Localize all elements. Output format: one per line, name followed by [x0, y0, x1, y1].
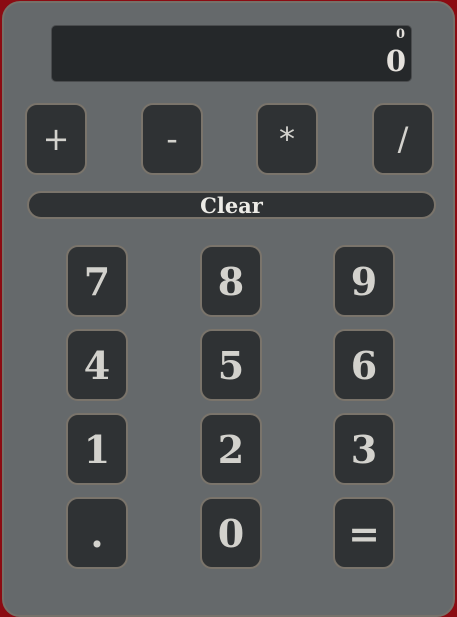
digit-4-button[interactable]: 4 [66, 329, 128, 401]
digit-0-button[interactable]: 0 [200, 497, 262, 569]
digit-5-button[interactable]: 5 [200, 329, 262, 401]
multiply-button[interactable]: * [256, 103, 318, 175]
digit-6-button[interactable]: 6 [333, 329, 395, 401]
divide-button[interactable]: / [372, 103, 434, 175]
digit-3-button[interactable]: 3 [333, 413, 395, 485]
digit-2-button[interactable]: 2 [200, 413, 262, 485]
clear-button[interactable]: Clear [27, 191, 436, 219]
decimal-button[interactable]: . [66, 497, 128, 569]
add-button[interactable]: + [25, 103, 87, 175]
calculator: 0 0 + - * / Clear 7 8 9 4 5 6 1 2 3 . 0 … [2, 1, 455, 617]
current-value: 0 [385, 44, 406, 78]
digit-8-button[interactable]: 8 [200, 245, 262, 317]
previous-value: 0 [395, 27, 405, 42]
display-screen: 0 0 [51, 25, 412, 82]
digit-7-button[interactable]: 7 [66, 245, 128, 317]
equals-button[interactable]: = [333, 497, 395, 569]
digit-9-button[interactable]: 9 [333, 245, 395, 317]
subtract-button[interactable]: - [141, 103, 203, 175]
digit-1-button[interactable]: 1 [66, 413, 128, 485]
